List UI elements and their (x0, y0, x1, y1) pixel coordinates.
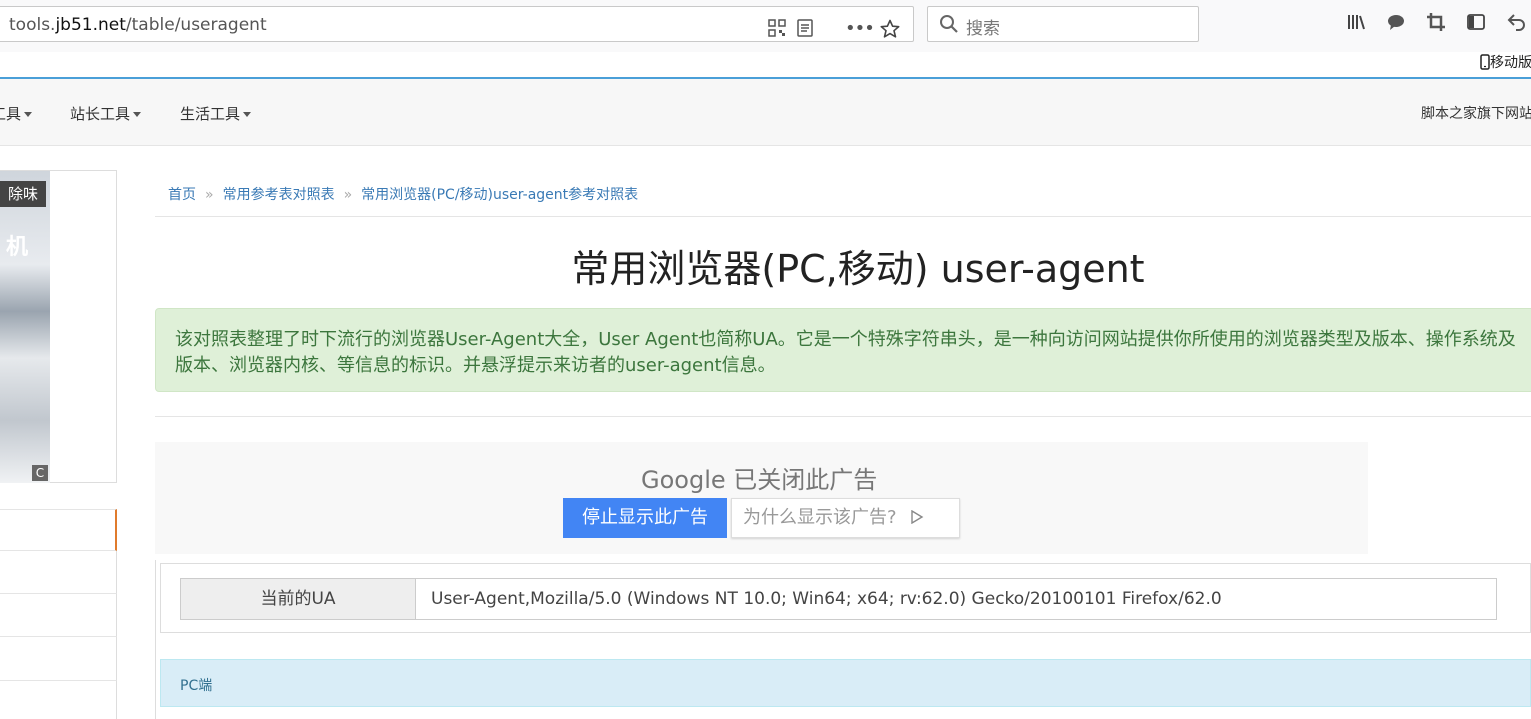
ad-choices-icon (911, 509, 924, 525)
stop-showing-ad-button[interactable]: 停止显示此广告 (563, 498, 727, 538)
caret-down-icon (133, 112, 142, 117)
url-text[interactable]: tools.jb51.net/table/useragent (9, 15, 267, 35)
sidebar-item[interactable] (0, 637, 117, 681)
sidebar-item[interactable] (0, 594, 117, 637)
url-path: /table/useragent (125, 15, 267, 35)
current-ua-label: 当前的UA (180, 578, 416, 620)
library-icon[interactable] (1346, 12, 1366, 32)
url-prefix: tools. (9, 15, 56, 35)
ad-closed-message: Google 已关闭此广告 (641, 460, 877, 495)
pc-section-header: PC端 (160, 659, 1531, 707)
search-bar[interactable]: 搜索 (927, 6, 1199, 42)
crop-icon[interactable] (1426, 12, 1446, 32)
back-arrow-icon[interactable] (1506, 12, 1526, 32)
google-ad-closed-panel: Google 已关闭此广告 停止显示此广告 为什么显示该广告? (155, 442, 1368, 554)
nav-right-text[interactable]: 脚本之家旗下网站 (1421, 103, 1531, 123)
caret-down-icon (24, 112, 33, 117)
search-input[interactable]: 搜索 (966, 14, 1000, 39)
table-border (155, 560, 156, 719)
nav-item-webmaster-tools[interactable]: 站长工具 (70, 103, 142, 124)
url-host: jb51.net (55, 15, 126, 35)
search-icon (938, 13, 960, 39)
breadcrumb-separator: » (343, 187, 353, 203)
more-actions-icon[interactable]: ••• (845, 19, 875, 39)
mobile-link-label: 移动版 (1490, 55, 1531, 71)
ad-corner-badge: C (32, 465, 48, 481)
pc-section-label: PC端 (180, 678, 213, 694)
mobile-version-link[interactable]: 移动版 (1480, 52, 1531, 72)
url-bar[interactable]: tools.jb51.net/table/useragent ••• (0, 6, 914, 42)
breadcrumb-current[interactable]: 常用浏览器(PC/移动)user-agent参考对照表 (361, 187, 638, 203)
ad-product-image[interactable] (0, 171, 50, 483)
page-title: 常用浏览器(PC,移动) user-agent (571, 247, 1145, 291)
google-logo: Google (641, 466, 726, 494)
qr-code-icon[interactable] (767, 19, 787, 39)
site-nav: 工具 站长工具 生活工具 脚本之家旗下网站 (0, 79, 1531, 146)
nav-item-label: 生活工具 (180, 105, 241, 123)
reader-view-icon[interactable] (795, 19, 815, 39)
why-this-ad-button[interactable]: 为什么显示该广告? (731, 498, 960, 538)
phone-icon (1480, 54, 1490, 70)
divider (155, 216, 1531, 217)
intro-text: 该对照表整理了时下流行的浏览器User-Agent大全，User Agent也简… (175, 329, 1516, 376)
current-ua-value[interactable]: User-Agent,Mozilla/5.0 (Windows NT 10.0;… (415, 578, 1497, 620)
ad-closed-text: 已关闭此广告 (733, 466, 878, 494)
nav-item-tools[interactable]: 工具 (0, 103, 33, 124)
left-ad-banner[interactable]: 除味 机 C (0, 170, 117, 483)
breadcrumb-separator: » (205, 187, 214, 203)
sidebar-item[interactable] (0, 681, 117, 719)
intro-alert: 该对照表整理了时下流行的浏览器User-Agent大全，User Agent也简… (155, 308, 1531, 392)
nav-item-label: 站长工具 (70, 105, 131, 123)
ad-tag: 除味 (0, 181, 46, 207)
chat-icon[interactable] (1386, 12, 1406, 32)
sidebar-icon[interactable] (1466, 12, 1486, 32)
caret-down-icon (243, 112, 252, 117)
breadcrumb-reference-tables[interactable]: 常用参考表对照表 (223, 187, 335, 203)
bookmark-star-icon[interactable] (880, 19, 900, 39)
breadcrumb: 首页 » 常用参考表对照表 » 常用浏览器(PC/移动)user-agent参考对照表 (168, 184, 638, 204)
divider (155, 416, 1531, 417)
sidebar-item[interactable] (0, 551, 117, 594)
nav-item-label: 工具 (0, 105, 22, 123)
why-this-ad-label: 为什么显示该广告? (743, 507, 897, 528)
nav-item-life-tools[interactable]: 生活工具 (180, 103, 252, 124)
breadcrumb-home[interactable]: 首页 (168, 187, 196, 203)
ad-headline: 机 (6, 235, 29, 260)
sidebar-item[interactable] (0, 509, 117, 551)
